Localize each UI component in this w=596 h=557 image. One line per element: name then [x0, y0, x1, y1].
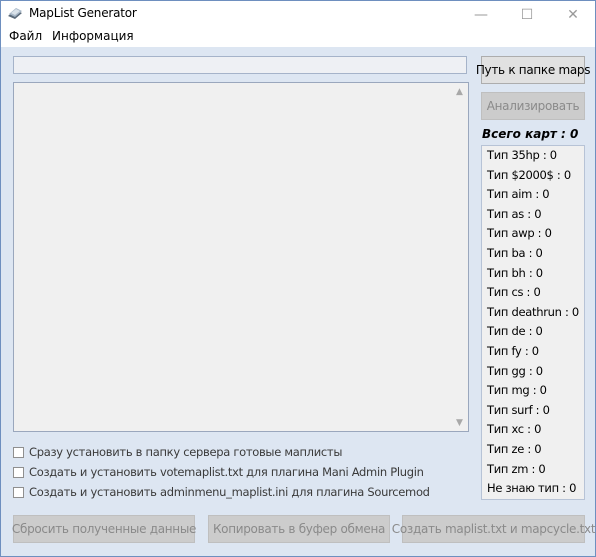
checkbox[interactable]: [13, 486, 24, 498]
client-area: ▲ ▼ Путь к папке maps Анализировать Всег…: [1, 47, 596, 556]
type-row: Тип de : 0: [487, 324, 543, 339]
option-votemaplist[interactable]: Создать и установить votemaplist.txt для…: [13, 465, 424, 479]
type-row: Тип 35hp : 0: [487, 148, 557, 162]
map-types-list: Тип 35hp : 0 Тип $2000$ : 0 Тип aim : 0 …: [481, 145, 585, 500]
checkbox[interactable]: [13, 446, 24, 458]
menu-bar: Файл Информация: [1, 28, 595, 47]
type-row: Тип fy : 0: [487, 343, 539, 358]
option-install-to-server[interactable]: Сразу установить в папку сервера готовые…: [13, 445, 342, 459]
menu-file[interactable]: Файл: [9, 29, 42, 43]
vertical-scrollbar[interactable]: ▲ ▼: [451, 83, 468, 431]
option-label: Создать и установить adminmenu_maplist.i…: [29, 485, 430, 499]
option-label: Сразу установить в папку сервера готовые…: [29, 445, 343, 459]
type-row: Тип as : 0: [487, 206, 542, 221]
type-row: Тип mg : 0: [487, 383, 547, 398]
title-bar: MapList Generator — ☐ ✕: [1, 1, 595, 28]
reset-data-button[interactable]: Сбросить полученные данные: [12, 515, 196, 543]
type-row: Тип deathrun : 0: [487, 304, 579, 319]
maximize-button[interactable]: ☐: [504, 1, 550, 28]
maps-folder-button[interactable]: Путь к папке maps: [476, 56, 590, 84]
scroll-up-icon[interactable]: ▲: [451, 83, 468, 100]
menu-info[interactable]: Информация: [52, 29, 134, 43]
total-maps-label: Всего карт : 0: [482, 127, 579, 141]
scroll-down-icon[interactable]: ▼: [451, 414, 468, 431]
type-row: Тип aim : 0: [487, 187, 550, 202]
type-row: Тип gg : 0: [487, 363, 543, 378]
type-row: Тип cs : 0: [487, 285, 541, 300]
close-button[interactable]: ✕: [550, 1, 596, 28]
create-maplist-button[interactable]: Создать maplist.txt и mapcycle.txt: [392, 515, 596, 543]
type-row: Тип xc : 0: [487, 422, 542, 437]
maps-path-field[interactable]: [13, 56, 467, 74]
copy-to-clipboard-button[interactable]: Копировать в буфер обмена: [208, 515, 390, 543]
minimize-button[interactable]: —: [458, 1, 504, 28]
checkbox[interactable]: [13, 466, 24, 478]
type-row: Тип surf : 0: [487, 402, 550, 417]
type-row: Тип awp : 0: [487, 226, 552, 241]
main-window: MapList Generator — ☐ ✕ Файл Информация …: [0, 0, 596, 557]
type-row: Тип bh : 0: [487, 265, 543, 280]
app-icon: [8, 8, 22, 19]
type-row: Тип $2000$ : 0: [487, 167, 571, 182]
window-title: MapList Generator: [29, 6, 137, 20]
option-adminmenu-maplist[interactable]: Создать и установить adminmenu_maplist.i…: [13, 485, 430, 499]
type-row: Тип zm : 0: [487, 461, 546, 476]
type-row: Тип ba : 0: [487, 245, 543, 260]
option-label: Создать и установить votemaplist.txt для…: [29, 465, 424, 479]
type-row: Не знаю тип : 0: [487, 481, 577, 496]
analyze-button[interactable]: Анализировать: [481, 92, 585, 120]
maplist-textarea[interactable]: ▲ ▼: [13, 82, 469, 432]
type-row: Тип ze : 0: [487, 441, 542, 456]
